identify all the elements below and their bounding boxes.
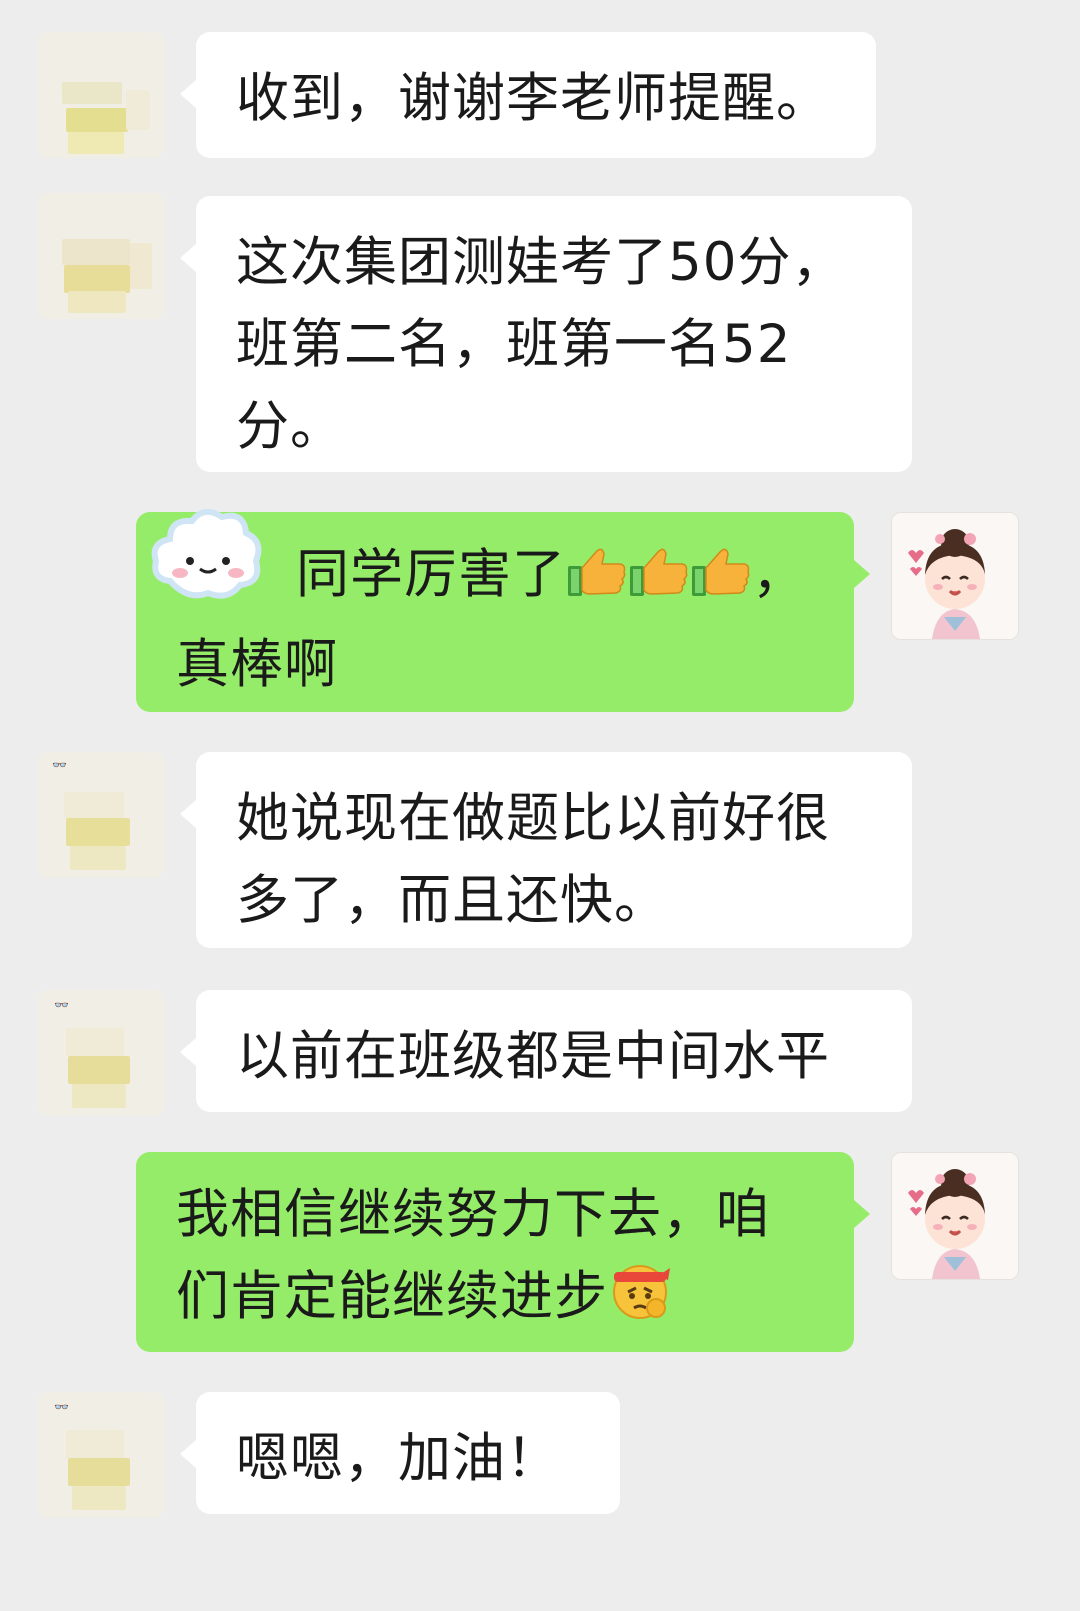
teacher-avatar[interactable] (891, 1152, 1019, 1280)
message-text: 这次集团测娃考了50分， 班第二名，班第一名52 分。 (236, 232, 846, 457)
thumbs-up-icon (566, 542, 628, 624)
message-bubble-incoming[interactable]: 以前在班级都是中间水平 (180, 990, 912, 1112)
parent-avatar[interactable]: 👓 (38, 1392, 164, 1518)
fighting-face-icon (608, 1258, 672, 1346)
message-text: 她说现在做题比以前好很 多了，而且还快。 (236, 788, 830, 931)
message-bubble-incoming[interactable]: 这次集团测娃考了50分， 班第二名，班第一名52 分。 (180, 196, 912, 472)
message-bubble-incoming[interactable]: 她说现在做题比以前好很 多了，而且还快。 (180, 752, 912, 948)
message-bubble-outgoing[interactable]: 我相信继续努力下去，咱 们肯定能继续进步 (136, 1152, 870, 1352)
message-bubble-incoming[interactable]: 嗯嗯，加油！ (180, 1392, 620, 1514)
message-text: 以前在班级都是中间水平 (236, 1026, 830, 1087)
parent-avatar[interactable] (38, 193, 164, 319)
parent-avatar[interactable]: 👓 (38, 752, 164, 878)
parent-avatar[interactable] (38, 32, 164, 158)
message-text: 收到，谢谢李老师提醒。 (236, 68, 830, 129)
message-text: 我相信继续努力下去，咱 们肯定能继续进步 (176, 1184, 770, 1327)
message-text: 同学厉害了 (296, 544, 566, 605)
message-text: 嗯嗯，加油！ (236, 1428, 560, 1489)
parent-avatar[interactable]: 👓 (38, 990, 164, 1116)
cloud-face-sticker (148, 503, 266, 607)
thumbs-up-icon (690, 542, 752, 624)
chat-view: 收到，谢谢李老师提醒。 这次集团测娃考了50分， 班第二名，班第一名52 分。 … (0, 0, 1080, 1611)
thumbs-up-icon (628, 542, 690, 624)
teacher-avatar[interactable] (891, 512, 1019, 640)
message-bubble-incoming[interactable]: 收到，谢谢李老师提醒。 (180, 32, 876, 158)
